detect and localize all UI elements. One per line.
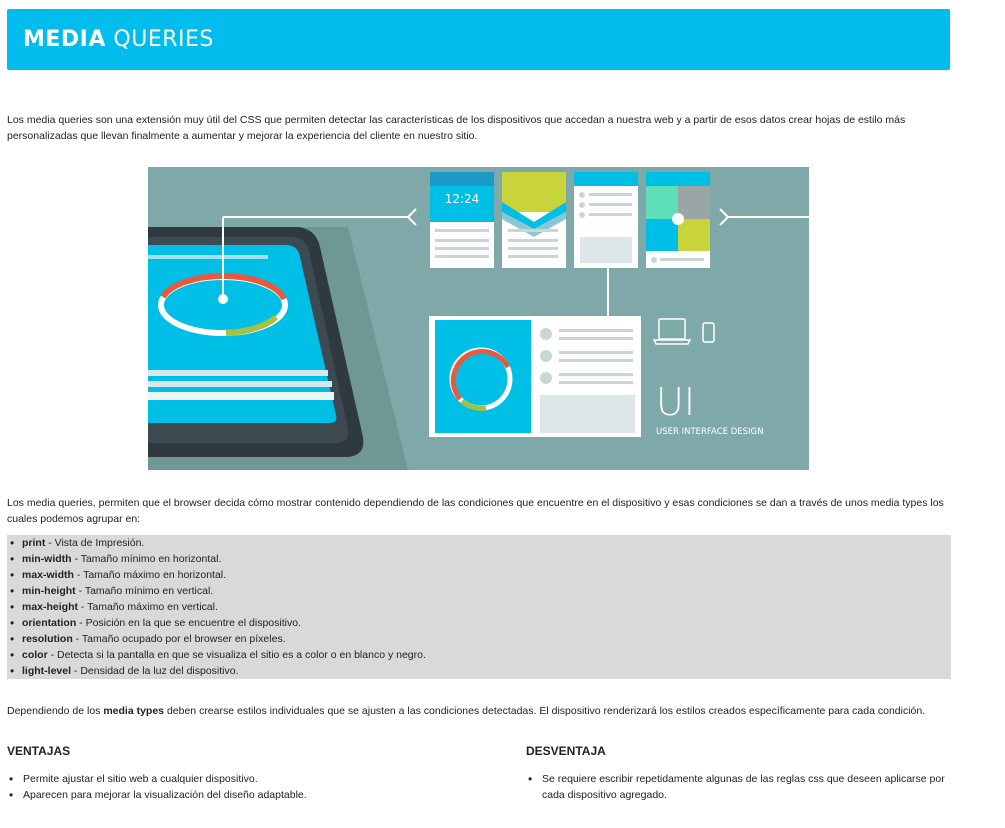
media-type-desc: - Densidad de la luz del dispositivo. — [71, 665, 239, 677]
dependency-paragraph: Dependiendo de los media types deben cre… — [7, 703, 950, 719]
media-type-name: print — [22, 537, 46, 549]
ventajas-list: Permite ajustar el sitio web a cualquier… — [7, 771, 427, 803]
media-type-desc: - Tamaño máximo en vertical. — [78, 601, 218, 613]
media-type-item: light-level - Densidad de la luz del dis… — [10, 663, 951, 679]
page-title: MEDIA QUERIES — [23, 27, 214, 52]
media-type-item: color - Detecta si la pantalla en que se… — [10, 647, 951, 663]
responsive-design-illustration: 12:24 UI USER INTERFACE DESIGN — [148, 167, 809, 470]
media-type-name: light-level — [22, 665, 72, 677]
media-type-desc: - Tamaño mínimo en horizontal. — [71, 553, 222, 565]
page-title-rest: QUERIES — [105, 27, 214, 52]
media-type-name: color — [22, 649, 48, 661]
page-title-bold: MEDIA — [23, 27, 106, 52]
ui-subtitle-text: USER INTERFACE DESIGN — [656, 427, 763, 437]
page-header: MEDIA QUERIES — [7, 9, 950, 70]
ventajas-item: Aparecen para mejorar la visualización d… — [7, 787, 427, 803]
media-type-desc: - Posición en la que se encuentre el dis… — [76, 617, 301, 629]
media-type-name: max-width — [22, 569, 74, 581]
intro-paragraph: Los media queries son una extensión muy … — [7, 114, 906, 142]
dependency-bold: media types — [103, 705, 165, 717]
media-type-item: max-width - Tamaño máximo en horizontal. — [10, 567, 951, 583]
media-type-desc: - Tamaño mínimo en vertical. — [75, 585, 214, 597]
ventajas-item: Permite ajustar el sitio web a cualquier… — [7, 771, 427, 787]
hero-illustration: 12:24 UI USER INTERFACE DESIGN — [148, 167, 809, 470]
dependency-before: Dependiendo de los — [7, 705, 104, 717]
media-type-desc: - Vista de Impresión. — [45, 537, 145, 549]
media-type-item: print - Vista de Impresión. — [10, 535, 951, 551]
media-type-item: min-width - Tamaño mínimo en horizontal. — [10, 551, 951, 567]
media-type-name: resolution — [22, 633, 73, 645]
ui-big-text: UI — [656, 380, 695, 424]
media-type-item: max-height - Tamaño máximo en vertical. — [10, 599, 951, 615]
media-type-item: orientation - Posición en la que se encu… — [10, 615, 951, 631]
media-type-name: min-width — [22, 553, 72, 565]
desventaja-list: Se requiere escribir repetidamente algun… — [526, 771, 946, 803]
media-type-desc: - Detecta si la pantalla en que se visua… — [47, 649, 426, 661]
media-type-name: max-height — [22, 601, 79, 613]
dependency-after: deben crearse estilos individuales que s… — [164, 705, 926, 717]
ventajas-heading: VENTAJAS — [7, 744, 71, 758]
desventaja-item: Se requiere escribir repetidamente algun… — [526, 771, 946, 803]
media-type-name: min-height — [22, 585, 76, 597]
media-type-name: orientation — [22, 617, 77, 629]
media-type-item: resolution - Tamaño ocupado por el brows… — [10, 631, 951, 647]
media-type-desc: - Tamaño ocupado por el browser en píxel… — [72, 633, 286, 645]
desventaja-heading: DESVENTAJA — [526, 744, 606, 758]
media-types-list: print - Vista de Impresión.min-width - T… — [7, 535, 951, 679]
media-types-box: print - Vista de Impresión.min-width - T… — [7, 535, 951, 679]
media-type-item: min-height - Tamaño mínimo en vertical. — [10, 583, 951, 599]
explanation-paragraph: Los media queries, permiten que el brows… — [7, 497, 944, 525]
media-type-desc: - Tamaño máximo en horizontal. — [73, 569, 227, 581]
card-clock-text: 12:24 — [445, 192, 480, 206]
